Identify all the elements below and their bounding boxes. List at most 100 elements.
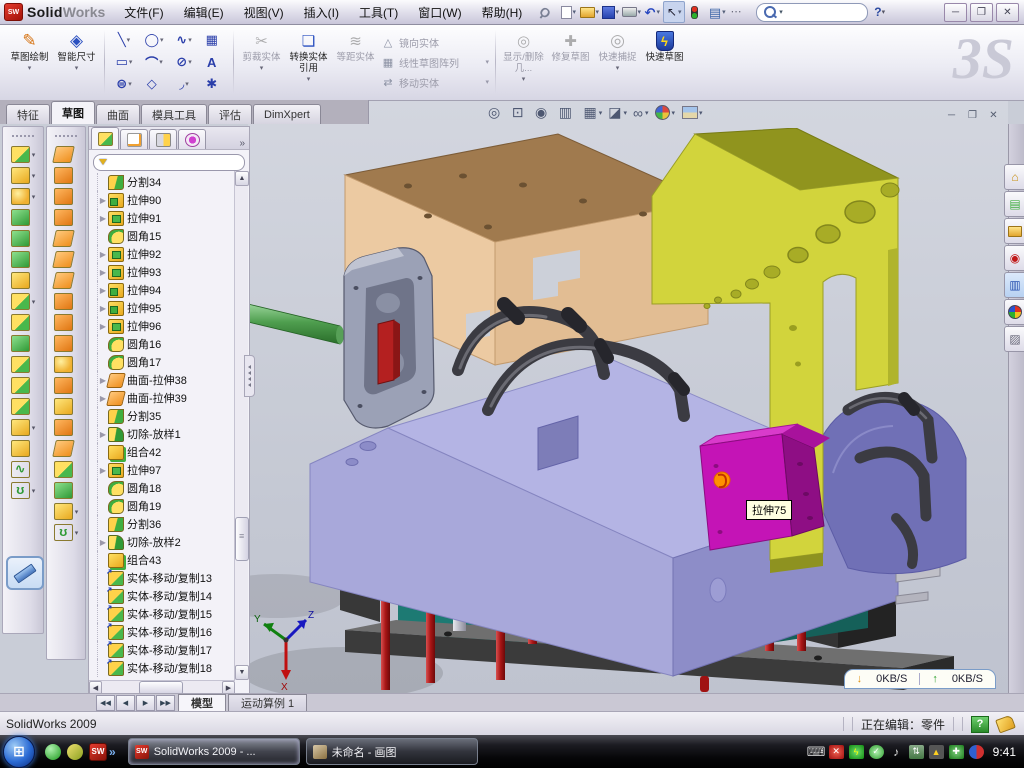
quick-launch-overflow[interactable]: » <box>109 745 116 759</box>
doc-restore-button[interactable]: ❐ <box>964 108 981 122</box>
configurationmanager-tab[interactable] <box>149 129 177 149</box>
part-guide-rod[interactable] <box>248 304 344 344</box>
scrollbar-thumb[interactable] <box>235 517 249 561</box>
spline-tools-icon[interactable]: ʊ <box>11 482 30 499</box>
thicken-icon[interactable] <box>54 419 73 436</box>
tree-item[interactable]: ▶ 切除-放样1 <box>97 425 235 443</box>
hide-show-items-icon[interactable]: ∞ ▾ <box>633 105 649 121</box>
display-style-icon[interactable]: ◪ ▾ <box>608 104 627 121</box>
mirror-icon[interactable] <box>11 377 30 394</box>
tree-item[interactable]: ▶ 圆角16 <box>97 335 235 353</box>
ruled-surface-icon[interactable] <box>54 293 73 310</box>
knit-surface-icon[interactable] <box>54 314 73 331</box>
doc-minimize-button[interactable]: ─ <box>943 108 960 122</box>
options-list-icon[interactable]: ▤ ▾ <box>707 2 727 22</box>
point-icon[interactable]: ✱ ▾ <box>199 73 229 95</box>
start-button[interactable]: ⊞ <box>3 736 35 768</box>
apply-scene-icon[interactable]: ▾ <box>681 106 703 119</box>
fillet-icon[interactable] <box>11 188 30 205</box>
tree-item[interactable]: ▶ 圆角18 <box>97 479 235 497</box>
expand-arrow-icon[interactable]: ▶ <box>98 268 108 277</box>
more-tools-icon[interactable]: ⋯ ▾ <box>728 2 748 22</box>
freeform-icon[interactable] <box>52 440 75 457</box>
linear-pattern-icon[interactable] <box>11 293 30 310</box>
section-view-icon[interactable]: ▥ ▾ <box>559 104 578 121</box>
tree-item[interactable]: ▶ 曲面-拉伸39 <box>97 389 235 407</box>
messenger-icon[interactable] <box>45 744 61 760</box>
command-tab[interactable]: 曲面 <box>96 104 140 124</box>
tree-item[interactable]: ▶ 组合42 <box>97 443 235 461</box>
tree-item[interactable]: ▶ 拉伸94 <box>97 281 235 299</box>
tree-vertical-scrollbar[interactable]: ▲ ▼ <box>234 171 248 680</box>
search-scope-caret-icon[interactable]: ▾ <box>779 8 783 16</box>
graphics-viewport[interactable]: Y Z X ◎ ▾ ⊡ ▾ ◉ ▾ ▥ <box>248 100 1008 693</box>
tree-item[interactable]: ▶ 组合43 <box>97 551 235 569</box>
tree-item[interactable]: ▶ 实体-移动/复制18 <box>97 659 235 677</box>
next-tab-button[interactable]: ▶ <box>136 695 155 711</box>
panel-splitter-handle[interactable] <box>244 355 255 397</box>
tree-item[interactable]: ▶ 拉伸97 <box>97 461 235 479</box>
defender-icon[interactable]: ✚ <box>949 745 964 759</box>
menu-item[interactable]: 视图(V) <box>235 1 293 24</box>
command-tab[interactable]: DimXpert <box>253 104 321 124</box>
ribbon-button[interactable]: ✚修复草图▾ <box>547 26 594 98</box>
instant3d-icon[interactable] <box>11 440 30 457</box>
expand-arrow-icon[interactable]: ▶ <box>98 286 108 295</box>
tree-item[interactable]: ▶ 圆角17 <box>97 353 235 371</box>
menu-item[interactable]: 插入(I) <box>295 1 348 24</box>
help-button[interactable]: ? <box>874 5 881 19</box>
solidworks-resources-icon[interactable]: ⌂ <box>1004 164 1024 190</box>
dome-icon[interactable] <box>54 482 73 499</box>
traffic-light-icon[interactable]: ▾ <box>686 2 706 22</box>
save-icon[interactable]: ▾ <box>600 2 620 22</box>
curve-tools-icon[interactable]: ʊ <box>54 524 73 541</box>
tree-item[interactable]: ▶ 切除-放样2 <box>97 533 235 551</box>
panel-overflow-button[interactable]: » <box>239 138 245 149</box>
surface-fillet-icon[interactable] <box>54 335 73 352</box>
ribbon-button[interactable]: ◈ 智能尺寸 ▾ <box>53 26 100 98</box>
sync-icon[interactable] <box>969 745 984 759</box>
firewall-icon[interactable]: ϟ <box>849 745 864 759</box>
menu-item[interactable]: 文件(F) <box>115 1 172 24</box>
security-icon[interactable] <box>67 744 83 760</box>
selection-box-icon[interactable]: ▦ ▾ <box>199 29 229 51</box>
tree-item[interactable]: ▶ 拉伸91 <box>97 209 235 227</box>
ellipse-icon[interactable]: ⊘ ▾ <box>169 51 199 73</box>
rectangle-icon[interactable]: ▭ ▾ <box>109 51 139 73</box>
command-tab[interactable]: 草图 <box>51 101 95 124</box>
scroll-down-button[interactable]: ▼ <box>235 665 249 680</box>
ribbon-button[interactable]: ✎ 草图绘制 ▾ <box>6 26 53 98</box>
taskbar-window-button[interactable]: SW SolidWorks 2009 - ... <box>128 738 300 765</box>
expand-arrow-icon[interactable]: ▶ <box>98 196 108 205</box>
design-library-icon[interactable]: ▤ <box>1004 191 1024 217</box>
ribbon-button[interactable]: ◎快速捕捉▾ <box>594 26 641 98</box>
tree-item[interactable]: ▶ 实体-移动/复制16 <box>97 623 235 641</box>
offset-surface-icon[interactable] <box>52 272 75 289</box>
tree-item[interactable]: ▶ 实体-移动/复制17 <box>97 641 235 659</box>
command-tab[interactable]: 特征 <box>6 104 50 124</box>
search-input[interactable]: ▾ <box>756 3 868 22</box>
menu-item[interactable]: 帮助(H) <box>473 1 532 24</box>
reference-icon[interactable] <box>54 503 73 520</box>
featuremanager-tab[interactable] <box>91 127 119 149</box>
pin-icon[interactable]: Ϙ ▾ <box>537 2 557 22</box>
alert-icon[interactable]: ▲ <box>929 745 944 759</box>
tree-item[interactable]: ▶ 拉伸96 <box>97 317 235 335</box>
hole-wizard-icon[interactable] <box>11 272 30 289</box>
restore-button[interactable]: ❐ <box>970 3 993 22</box>
ribbon-button[interactable]: ⇄ 移动实体 ▾ <box>379 73 491 91</box>
zoom-magnify-icon[interactable]: ◉ ▾ <box>535 104 553 121</box>
expand-arrow-icon[interactable]: ▶ <box>98 466 108 475</box>
ribbon-button[interactable]: ◎显示/删除几...▾ <box>500 26 547 98</box>
filled-surface-icon[interactable] <box>52 230 75 247</box>
dimxpertmanager-tab[interactable] <box>178 129 206 149</box>
extruded-boss-icon[interactable] <box>11 167 30 184</box>
ribbon-button[interactable]: ✂剪裁实体▾ <box>238 26 285 98</box>
measure-tool-button-selected[interactable] <box>6 556 44 590</box>
rib-icon[interactable] <box>11 314 30 331</box>
chamfer-icon[interactable] <box>11 251 30 268</box>
tree-item[interactable]: ▶ 拉伸95 <box>97 299 235 317</box>
extend-surface-icon[interactable] <box>54 209 73 226</box>
ribbon-button[interactable]: △ 镜向实体 ▾ <box>379 33 491 51</box>
select-arrow-icon[interactable]: ↖ ▾ <box>663 1 685 23</box>
